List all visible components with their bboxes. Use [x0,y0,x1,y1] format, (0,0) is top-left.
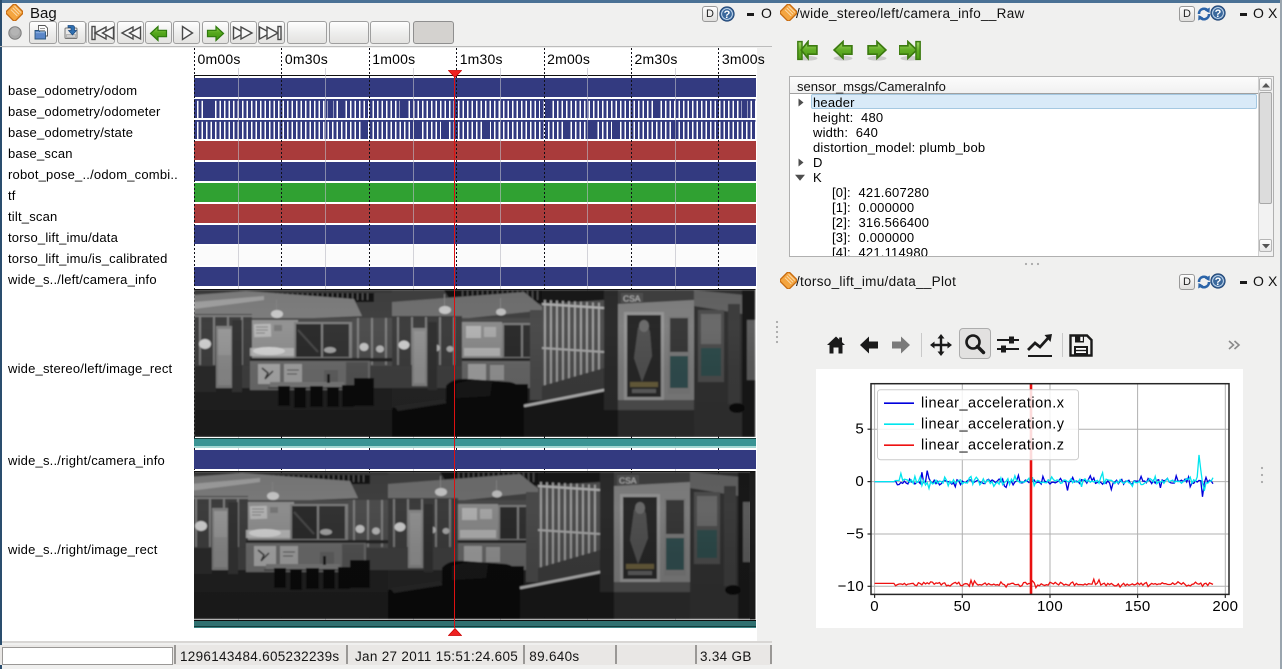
svg-text:−10: −10 [838,578,864,595]
svg-text:linear_acceleration.z: linear_acceleration.z [921,437,1065,453]
svg-text:?: ? [1215,276,1222,288]
svg-text:200: 200 [1212,598,1238,615]
svg-text:?: ? [724,9,731,21]
svg-text:5: 5 [855,420,864,437]
svg-text:?: ? [1215,8,1222,20]
svg-text:−5: −5 [846,525,864,542]
svg-text:linear_acceleration.x: linear_acceleration.x [921,395,1065,411]
svg-text:150: 150 [1125,598,1151,615]
svg-text:0: 0 [870,598,879,615]
svg-text:50: 50 [954,598,971,615]
svg-text:linear_acceleration.y: linear_acceleration.y [921,416,1065,432]
svg-text:0: 0 [855,473,864,490]
svg-text:100: 100 [1037,598,1063,615]
